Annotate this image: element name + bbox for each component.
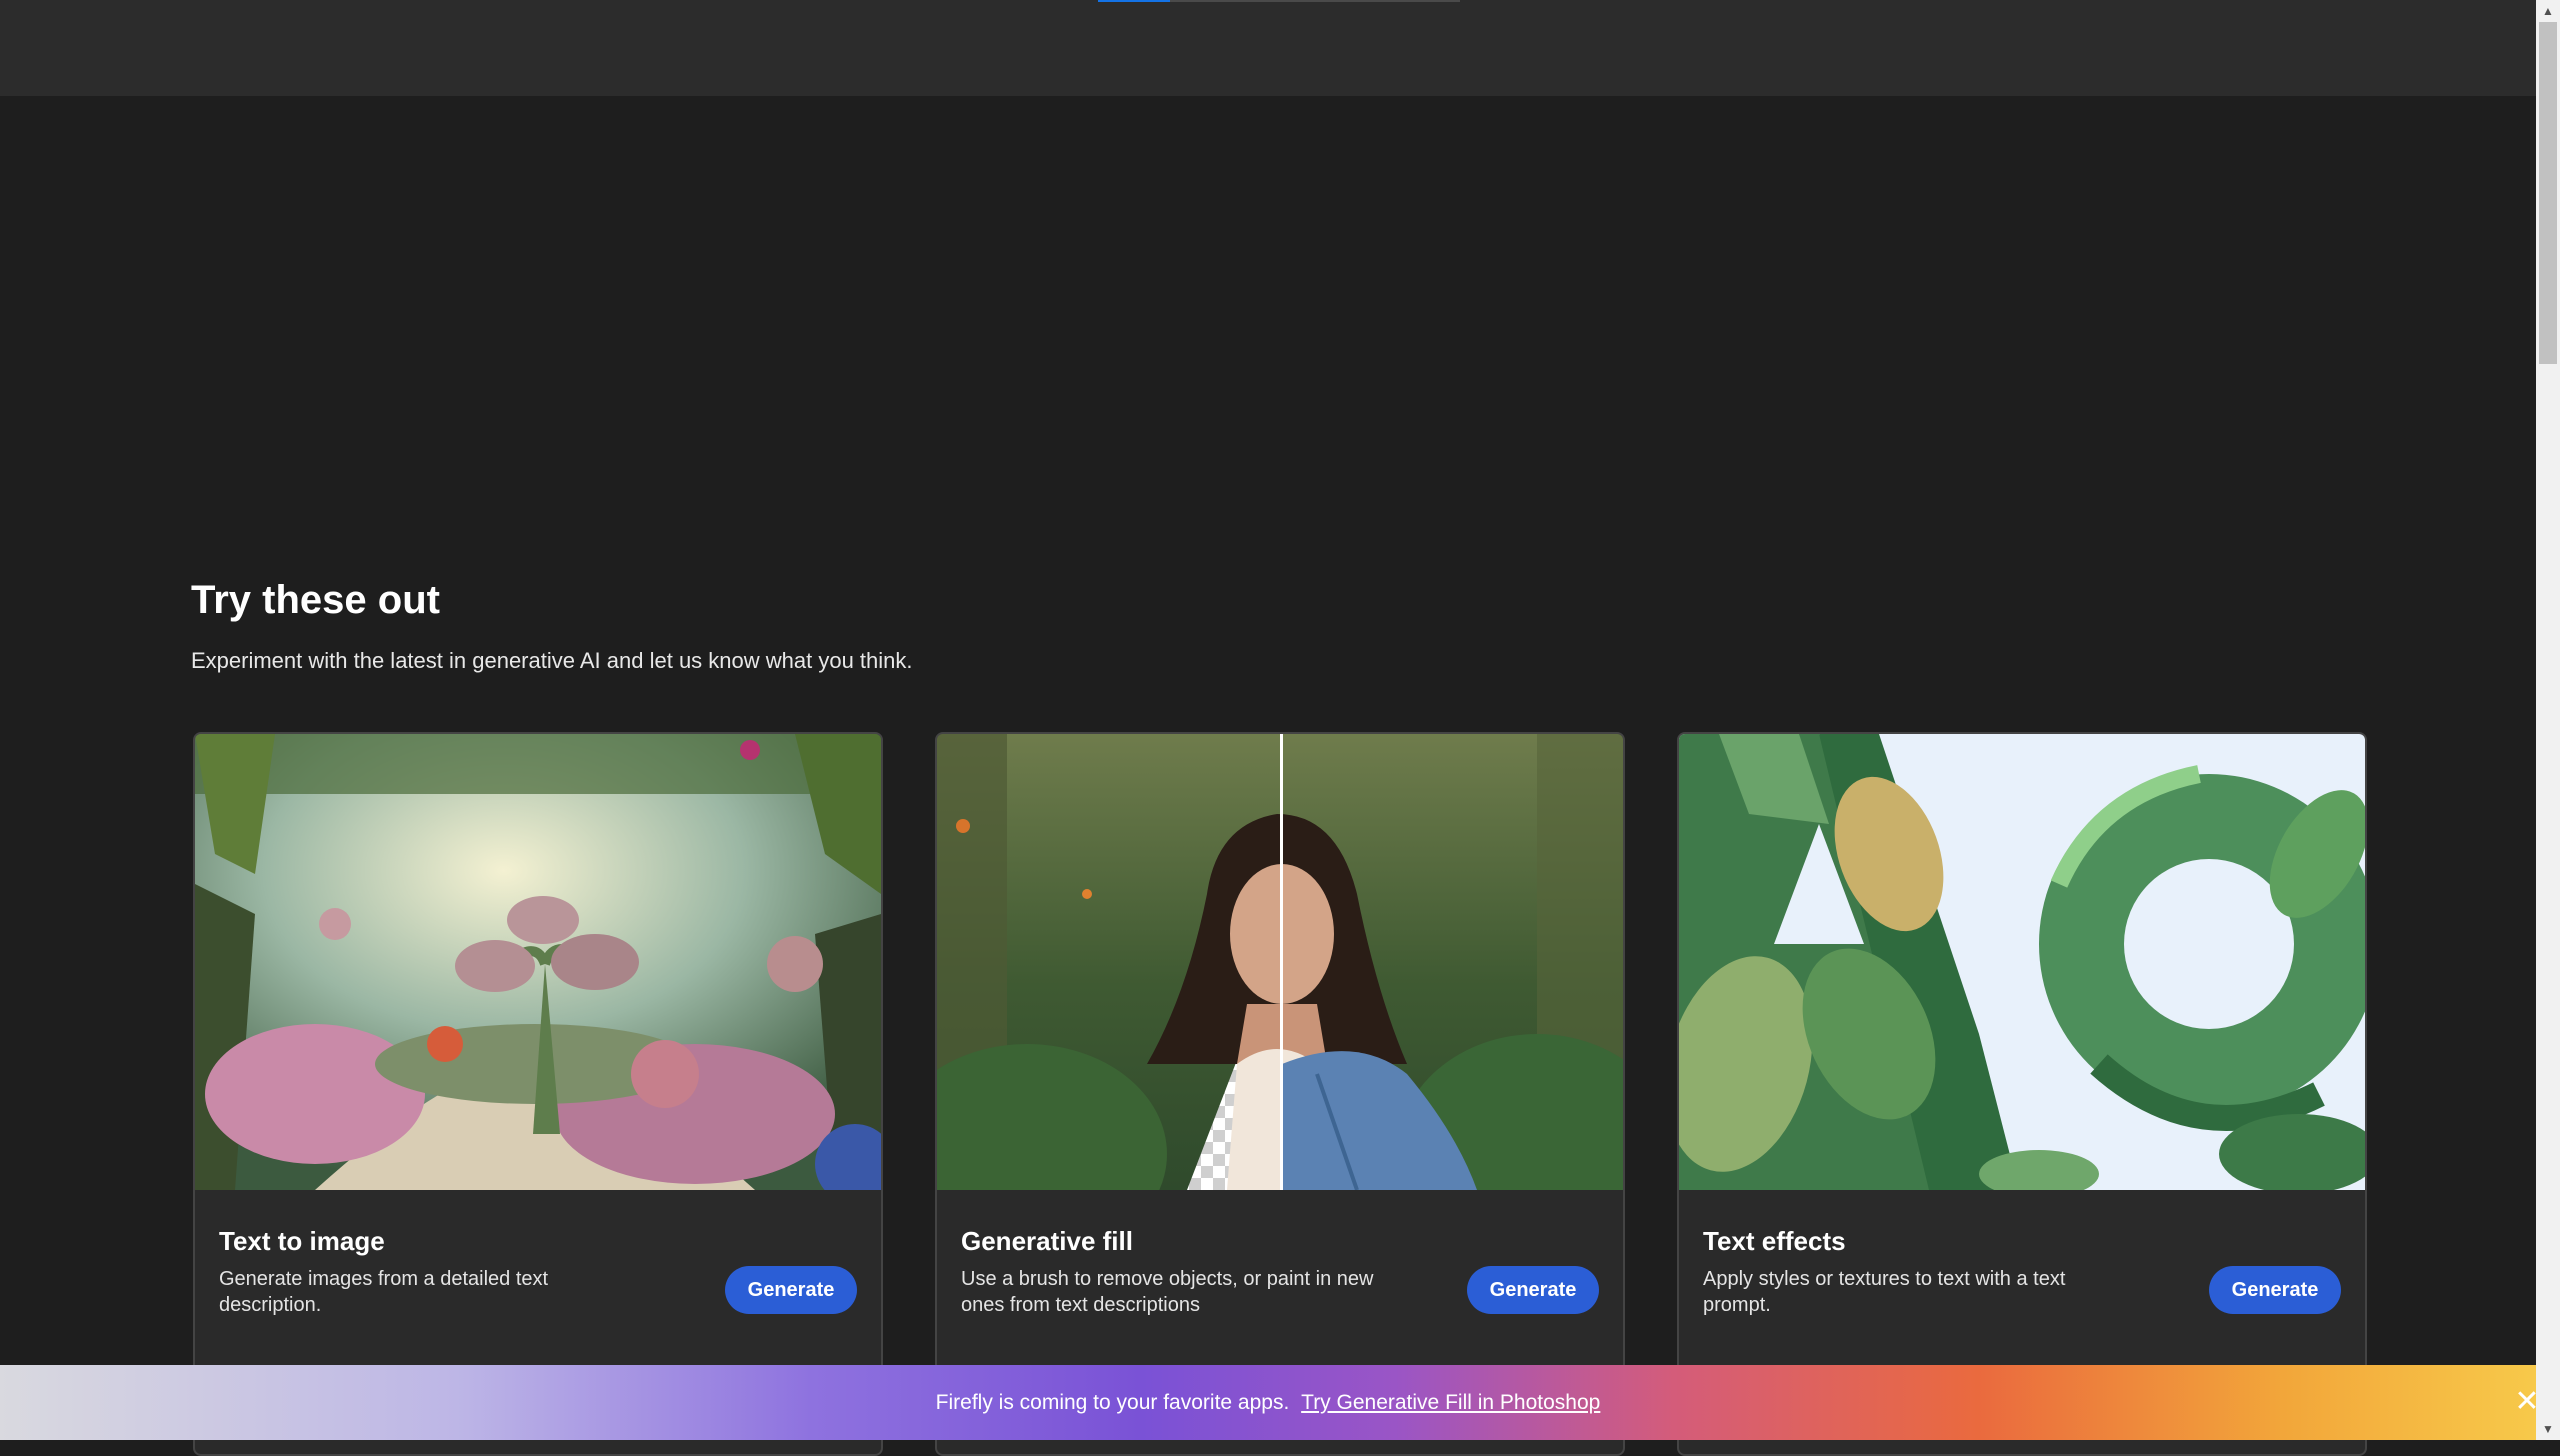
tab-indicator (1098, 0, 1460, 2)
scroll-down-icon[interactable]: ▼ (2536, 1418, 2560, 1440)
banner-link-generative-fill[interactable]: Try Generative Fill in Photoshop (1301, 1391, 1600, 1414)
section-subtitle: Experiment with the latest in generative… (191, 648, 913, 673)
fantasy-garden-image (195, 734, 881, 1190)
card-image-portrait[interactable] (937, 734, 1623, 1190)
generate-button-text-effects[interactable]: Generate (2209, 1266, 2341, 1314)
promo-banner: Firefly is coming to your favorite apps.… (0, 1365, 2540, 1440)
banner-message: Firefly is coming to your favorite apps. (935, 1391, 1290, 1414)
card-image-leaf-letters[interactable] (1679, 734, 2365, 1190)
banner-text-row: Firefly is coming to your favorite apps.… (0, 1365, 2536, 1440)
card-title: Generative fill (961, 1226, 1133, 1256)
top-nav-bar (0, 0, 2536, 96)
card-generative-fill[interactable]: Generative fill Use a brush to remove ob… (935, 732, 1625, 1456)
card-description: Apply styles or textures to text with a … (1703, 1268, 2066, 1316)
card-description: Generate images from a detailed text des… (219, 1268, 549, 1316)
scroll-thumb[interactable] (2539, 22, 2557, 364)
card-text-effects[interactable]: Text effects Apply styles or textures to… (1677, 732, 2367, 1456)
card-title: Text effects (1703, 1226, 1846, 1256)
scroll-up-icon[interactable]: ▲ (2536, 0, 2560, 22)
tab-indicator-active (1098, 0, 1170, 2)
card-image-fantasy-garden[interactable] (195, 734, 881, 1190)
generate-button-text-to-image[interactable]: Generate (725, 1266, 857, 1314)
card-text-to-image[interactable]: Text to image Generate images from a det… (193, 732, 883, 1456)
text-effects-leaf-letters-image (1679, 734, 2365, 1190)
generate-button-generative-fill[interactable]: Generate (1467, 1266, 1599, 1314)
card-title: Text to image (219, 1226, 385, 1256)
vertical-scrollbar[interactable]: ▲ ▼ (2536, 0, 2560, 1440)
generative-fill-portrait-image (937, 734, 1623, 1190)
card-description: Use a brush to remove objects, or paint … (961, 1268, 1374, 1316)
section-title: Try these out (191, 578, 440, 622)
